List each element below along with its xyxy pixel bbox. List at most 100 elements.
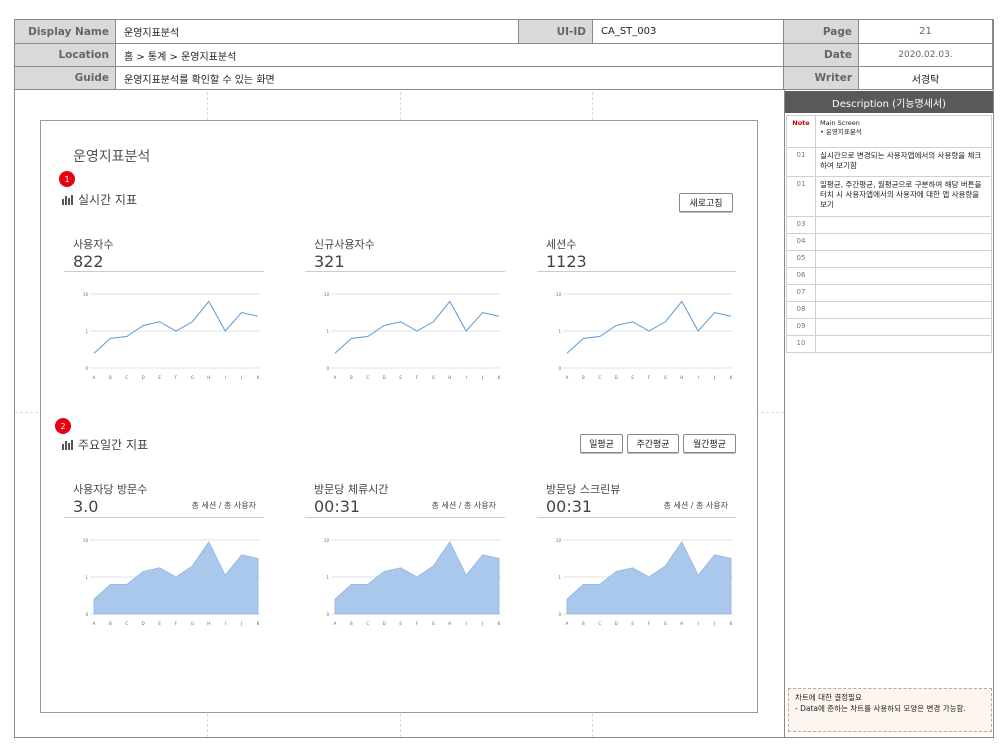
series-line (566, 300, 732, 354)
metric-label: 방문당 스크린뷰 (546, 483, 621, 496)
data-point (351, 338, 352, 339)
description-row-number: 01 (787, 148, 816, 176)
daily-average-button[interactable]: 일평균 (580, 434, 623, 453)
x-tick-label: G (432, 375, 435, 380)
data-point (416, 576, 417, 577)
x-tick-label: E (631, 375, 634, 380)
x-tick-label: C (366, 375, 369, 380)
series-area (566, 541, 732, 615)
y-tick-label: 0 (326, 366, 329, 371)
x-tick-label: C (366, 621, 369, 626)
description-row-text (816, 285, 824, 301)
metric-formula: 총 세션 / 총 사용자 (191, 501, 256, 510)
x-tick-label: K (730, 621, 733, 626)
x-tick-label: D (142, 621, 145, 626)
data-point (665, 321, 666, 322)
x-tick-label: C (598, 375, 601, 380)
x-tick-label: A (334, 375, 337, 380)
metric-value: 822 (73, 252, 104, 271)
data-point (334, 353, 335, 354)
y-tick-label: 10 (324, 538, 330, 543)
x-tick-label: C (125, 621, 128, 626)
data-point (367, 336, 368, 337)
description-row-text: 일평균, 주간평균, 월평균으로 구분하여 해당 버튼을 터치 시 사용자앱에서… (820, 180, 982, 210)
description-row: 01 일평균, 주간평균, 월평균으로 구분하여 해당 버튼을 터치 시 사용자앱… (787, 177, 991, 217)
metric-value: 00:31 (314, 497, 361, 516)
x-tick-label: A (93, 621, 96, 626)
data-point (175, 576, 176, 577)
metric-label: 사용자당 방문수 (73, 483, 148, 496)
x-tick-label: I (466, 621, 467, 626)
description-row-number: 08 (787, 302, 816, 318)
description-row: 10 (787, 336, 991, 353)
date-label: Date (784, 44, 859, 67)
data-point (433, 565, 434, 566)
metric-value: 1123 (546, 252, 587, 271)
data-point (714, 312, 715, 313)
description-row: 01 실시간으로 변경되는 사용자앱에서의 사용량을 체크하여 보기함 (787, 148, 991, 177)
data-point (400, 567, 401, 568)
x-tick-label: G (191, 621, 194, 626)
metric-label: 사용자수 (73, 238, 114, 251)
y-tick-label: 10 (83, 538, 89, 543)
decision-note-line: 차트에 대한 결정필요 (795, 693, 862, 702)
metric-value: 00:31 (546, 497, 593, 516)
data-point (367, 584, 368, 585)
data-point (498, 316, 499, 317)
data-point (665, 565, 666, 566)
y-tick-label: 0 (85, 366, 88, 371)
description-row-number: 07 (787, 285, 816, 301)
data-point (143, 325, 144, 326)
annotation-badge: 1 (59, 171, 75, 187)
screenviews-per-visit-area-chart: 1010A B C D E F G H I J K (556, 538, 733, 626)
weekly-average-button[interactable]: 주간평균 (627, 434, 679, 453)
y-tick-label: 1 (85, 575, 88, 580)
location-label: Location (15, 44, 116, 67)
x-tick-label: I (225, 621, 226, 626)
x-tick-label: H (680, 375, 683, 380)
x-tick-label: B (109, 621, 112, 626)
duration-per-visit-area-chart: 1010A B C D E F G H I J K (324, 538, 501, 626)
metric-underline (305, 517, 505, 518)
x-tick-label: I (698, 375, 699, 380)
refresh-button[interactable]: 새로고침 (679, 193, 733, 212)
decision-note-line: - Data에 준하는 차트를 사용하되 모양은 변경 가능함. (795, 703, 966, 713)
metric-formula: 총 세션 / 총 사용자 (431, 501, 496, 510)
data-point (257, 316, 258, 317)
description-row-text: 실시간으로 변경되는 사용자앱에서의 사용량을 체크하여 보기함 (820, 151, 982, 171)
x-tick-label: J (713, 375, 715, 380)
x-tick-label: D (142, 375, 145, 380)
primary-section-label: 주요일간 지표 (78, 438, 149, 452)
description-header: Description (기능명세서) (785, 91, 993, 113)
metric-value: 3.0 (73, 497, 99, 516)
x-tick-label: B (582, 621, 585, 626)
guide-value: 운영지표분석를 확인할 수 있는 화면 (116, 67, 784, 90)
x-tick-label: H (207, 375, 210, 380)
metric-underline (64, 271, 264, 272)
x-tick-label: A (93, 375, 96, 380)
description-row-number: 05 (787, 251, 816, 267)
x-tick-label: C (598, 621, 601, 626)
y-tick-label: 10 (556, 538, 562, 543)
annotation-badge: 2 (55, 418, 71, 434)
description-row-number: 10 (787, 336, 816, 352)
x-tick-label: E (399, 375, 402, 380)
y-tick-label: 10 (324, 292, 330, 297)
data-point (241, 312, 242, 313)
x-tick-label: J (713, 621, 715, 626)
x-tick-label: I (225, 375, 226, 380)
description-row-text (816, 251, 824, 267)
realtime-section-label: 실시간 지표 (78, 193, 138, 207)
description-row: Note Main Screen • 운영지표분석 (787, 116, 991, 148)
x-tick-label: D (615, 375, 618, 380)
x-tick-label: H (207, 621, 210, 626)
description-row-text (816, 302, 824, 318)
data-point (466, 575, 467, 576)
data-point (208, 541, 209, 542)
x-tick-label: E (158, 621, 161, 626)
metric-underline (537, 271, 736, 272)
monthly-average-button[interactable]: 월간평균 (683, 434, 736, 453)
description-row-number: 03 (787, 217, 816, 233)
data-point (351, 584, 352, 585)
data-point (632, 567, 633, 568)
